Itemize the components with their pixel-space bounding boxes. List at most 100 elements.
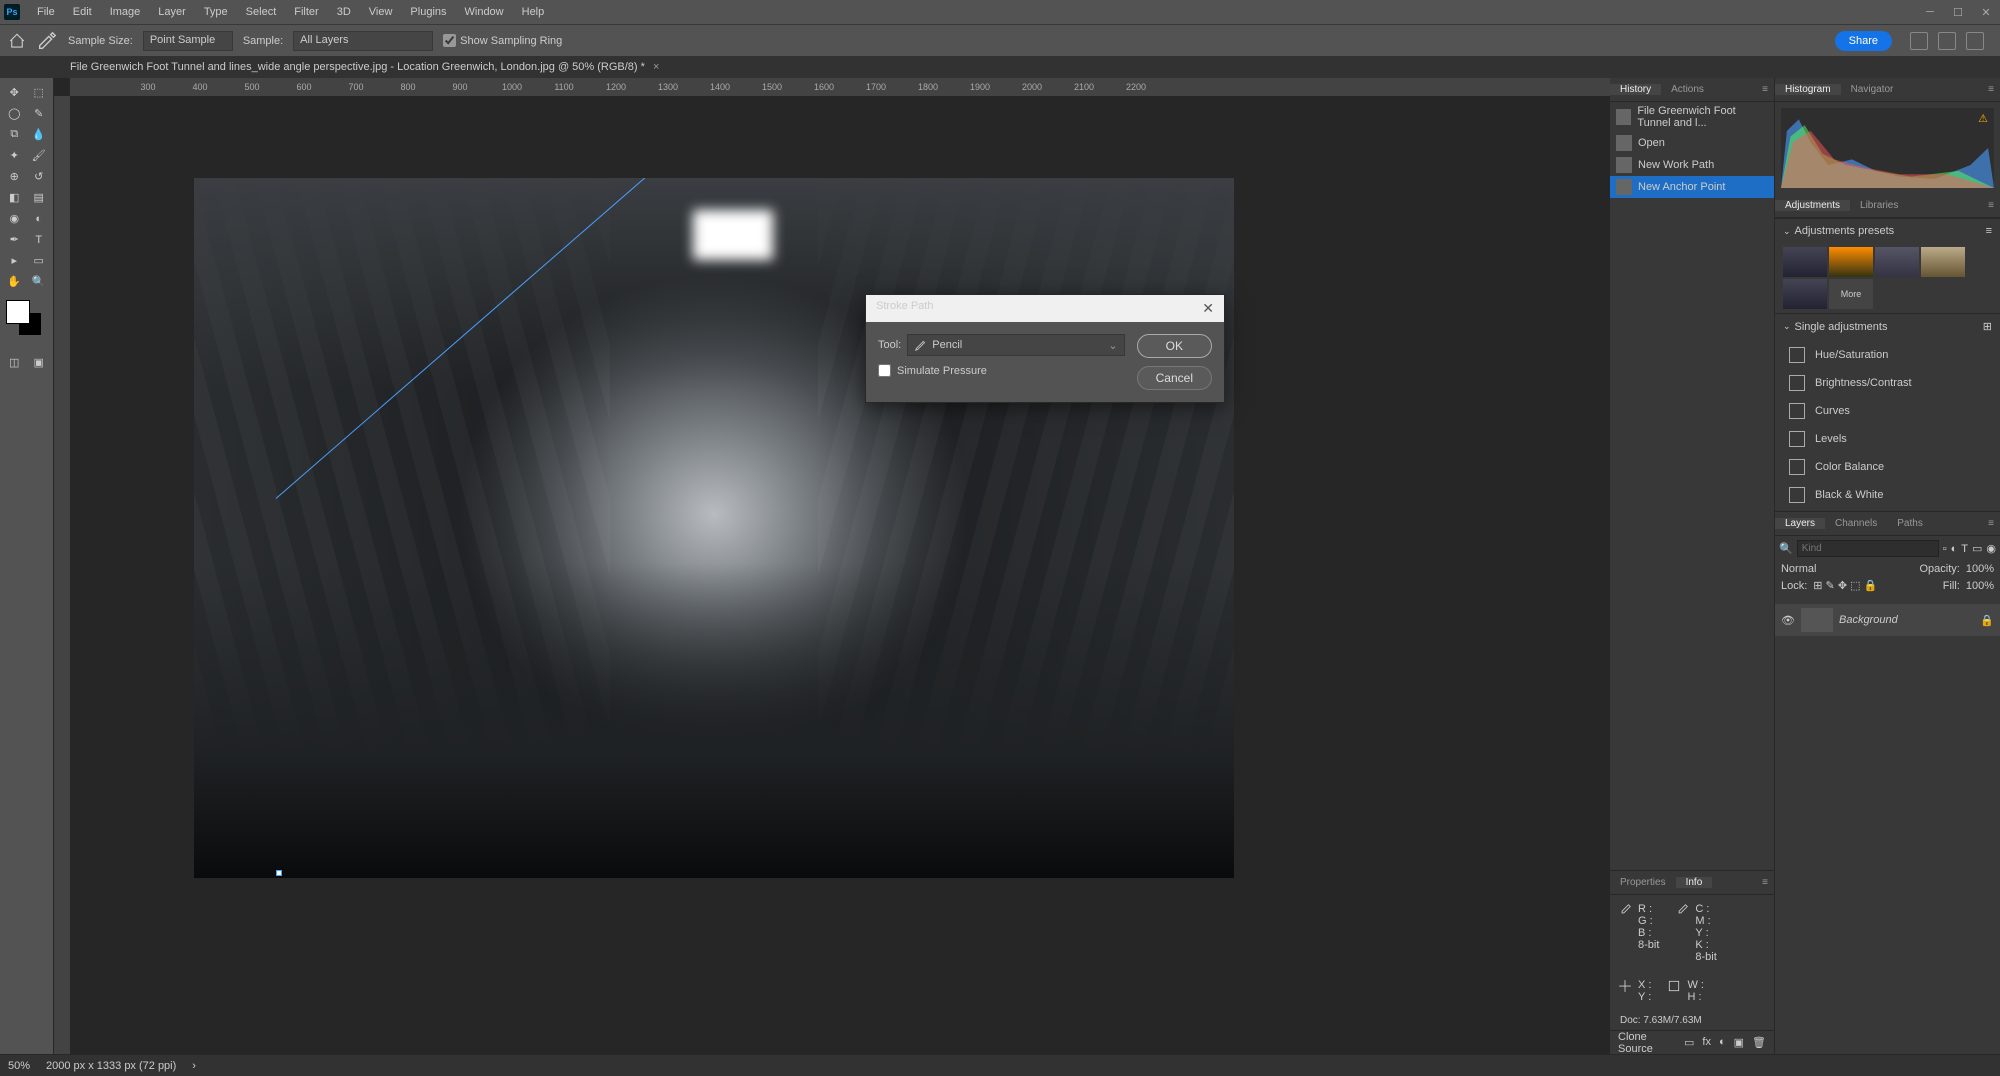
adj-hue-saturation[interactable]: Hue/Saturation xyxy=(1775,341,2000,369)
tab-properties[interactable]: Properties xyxy=(1610,877,1676,888)
blend-mode-select[interactable]: Normal xyxy=(1781,563,1816,575)
pen-tool[interactable]: ✒ xyxy=(2,229,27,250)
quick-select-tool[interactable]: ✎ xyxy=(27,103,52,124)
filter-icon[interactable]: ▫ xyxy=(1943,543,1947,555)
panel-menu-icon[interactable]: ≡ xyxy=(1756,877,1774,888)
canvas-area[interactable]: 3004005006007008009001000110012001300140… xyxy=(54,78,1610,1054)
visibility-icon[interactable]: 👁 xyxy=(1781,614,1795,627)
minimize-button[interactable]: ─ xyxy=(1916,0,1944,24)
tab-adjustments[interactable]: Adjustments xyxy=(1775,200,1850,211)
history-brush-tool[interactable]: ↺ xyxy=(27,166,52,187)
adj-levels[interactable]: Levels xyxy=(1775,425,2000,453)
tab-clone-source[interactable]: Clone Source xyxy=(1618,1031,1684,1055)
ok-button[interactable]: OK xyxy=(1137,334,1212,358)
cancel-button[interactable]: Cancel xyxy=(1137,366,1212,390)
preset-thumb[interactable] xyxy=(1783,279,1827,309)
eraser-tool[interactable]: ◧ xyxy=(2,187,27,208)
icon[interactable]: fx xyxy=(1702,1036,1711,1049)
move-tool[interactable]: ✥ xyxy=(2,82,27,103)
menu-select[interactable]: Select xyxy=(237,6,286,18)
simulate-pressure-checkbox[interactable]: Simulate Pressure xyxy=(878,364,1125,377)
preset-more[interactable]: More xyxy=(1829,279,1873,309)
history-item[interactable]: Open xyxy=(1610,132,1774,154)
tab-paths[interactable]: Paths xyxy=(1887,518,1933,529)
color-swatches[interactable] xyxy=(6,300,46,340)
menu-window[interactable]: Window xyxy=(456,6,513,18)
history-item[interactable]: New Work Path xyxy=(1610,154,1774,176)
tool-select[interactable]: Pencil ⌄ xyxy=(907,334,1124,356)
menu-file[interactable]: File xyxy=(28,6,64,18)
sample-select[interactable]: All Layers xyxy=(293,31,433,51)
menu-help[interactable]: Help xyxy=(513,6,554,18)
preset-thumb[interactable] xyxy=(1921,247,1965,277)
marquee-tool[interactable]: ⬚ xyxy=(27,82,52,103)
adjustments-presets-header[interactable]: ⌄Adjustments presets≡ xyxy=(1775,219,2000,243)
help-icon[interactable] xyxy=(1938,32,1956,50)
icon[interactable]: ▭ xyxy=(1684,1036,1694,1049)
path-select-tool[interactable]: ▸ xyxy=(2,250,27,271)
icon[interactable]: ▣ xyxy=(1734,1036,1744,1049)
foreground-color-swatch[interactable] xyxy=(6,300,30,324)
gradient-tool[interactable]: ▤ xyxy=(27,187,52,208)
type-tool[interactable]: T xyxy=(27,229,52,250)
panel-menu-icon[interactable]: ≡ xyxy=(1982,200,2000,211)
zoom-tool[interactable]: 🔍 xyxy=(27,271,52,292)
home-icon[interactable] xyxy=(8,32,26,50)
workspace-icon[interactable] xyxy=(1966,32,1984,50)
icon[interactable]: 🗑 xyxy=(1752,1036,1766,1049)
clone-tool[interactable]: ⊕ xyxy=(2,166,27,187)
tab-actions[interactable]: Actions xyxy=(1661,84,1714,95)
document-tab[interactable]: File Greenwich Foot Tunnel and lines_wid… xyxy=(0,56,2000,78)
menu-view[interactable]: View xyxy=(360,6,402,18)
history-snapshot[interactable]: File Greenwich Foot Tunnel and l... xyxy=(1610,102,1774,132)
lock-icon[interactable]: 🔒 xyxy=(1980,614,1994,627)
crop-tool[interactable]: ⧉ xyxy=(2,124,27,145)
panel-menu-icon[interactable]: ≡ xyxy=(1756,84,1774,95)
preset-thumb[interactable] xyxy=(1875,247,1919,277)
adj-color-balance[interactable]: Color Balance xyxy=(1775,453,2000,481)
brush-tool[interactable]: 🖌 xyxy=(27,145,52,166)
eyedropper-tool[interactable]: 💧 xyxy=(27,124,52,145)
dodge-tool[interactable]: ◐ xyxy=(27,208,52,229)
tab-histogram[interactable]: Histogram xyxy=(1775,84,1841,95)
canvas-image[interactable] xyxy=(194,178,1234,878)
menu-type[interactable]: Type xyxy=(195,6,237,18)
preset-thumb[interactable] xyxy=(1783,247,1827,277)
menu-plugins[interactable]: Plugins xyxy=(401,6,455,18)
adj-brightness-contrast[interactable]: Brightness/Contrast xyxy=(1775,369,2000,397)
tab-layers[interactable]: Layers xyxy=(1775,518,1825,529)
menu-layer[interactable]: Layer xyxy=(149,6,195,18)
tab-info[interactable]: Info xyxy=(1676,877,1713,888)
path-anchor[interactable] xyxy=(276,870,282,876)
menu-image[interactable]: Image xyxy=(101,6,150,18)
spot-heal-tool[interactable]: ✦ xyxy=(2,145,27,166)
zoom-level[interactable]: 50% xyxy=(8,1060,30,1072)
panel-menu-icon[interactable]: ≡ xyxy=(1982,84,2000,95)
search-icon[interactable] xyxy=(1910,32,1928,50)
close-tab-icon[interactable]: × xyxy=(653,61,659,73)
history-item[interactable]: New Anchor Point xyxy=(1610,176,1774,198)
adj-curves[interactable]: Curves xyxy=(1775,397,2000,425)
share-button[interactable]: Share xyxy=(1835,31,1892,51)
hand-tool[interactable]: ✋ xyxy=(2,271,27,292)
adj-black-white[interactable]: Black & White xyxy=(1775,481,2000,509)
filter-icon[interactable]: ▭ xyxy=(1972,542,1982,555)
screenmode-tool[interactable]: ▣ xyxy=(27,352,52,373)
shape-tool[interactable]: ▭ xyxy=(27,250,52,271)
tab-libraries[interactable]: Libraries xyxy=(1850,200,1908,211)
sample-size-select[interactable]: Point Sample xyxy=(143,31,233,51)
tab-navigator[interactable]: Navigator xyxy=(1841,84,1904,95)
tab-history[interactable]: History xyxy=(1610,84,1661,95)
dialog-close-icon[interactable]: ✕ xyxy=(1202,300,1214,317)
menu-filter[interactable]: Filter xyxy=(285,6,327,18)
tab-channels[interactable]: Channels xyxy=(1825,518,1887,529)
preset-thumb[interactable] xyxy=(1829,247,1873,277)
panel-menu-icon[interactable]: ≡ xyxy=(1982,518,2000,529)
eyedropper-icon[interactable] xyxy=(36,30,58,52)
filter-icon[interactable]: T xyxy=(1961,543,1968,555)
quickmask-tool[interactable]: ◫ xyxy=(2,352,27,373)
icon[interactable]: ◐ xyxy=(1719,1036,1726,1049)
show-sampling-ring-checkbox[interactable]: Show Sampling Ring xyxy=(443,34,562,47)
menu-edit[interactable]: Edit xyxy=(64,6,101,18)
lasso-tool[interactable]: ◯ xyxy=(2,103,27,124)
